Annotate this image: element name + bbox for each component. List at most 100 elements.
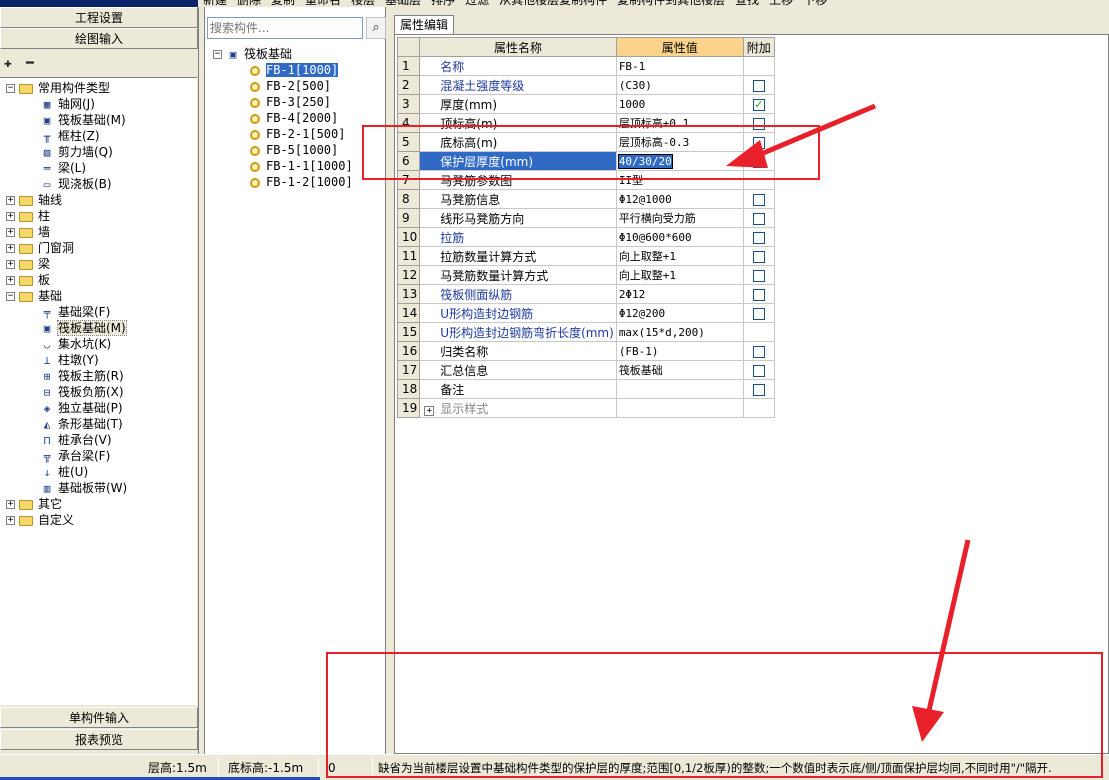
- property-row[interactable]: 18 备注: [396, 379, 775, 399]
- component-item[interactable]: FB-1-2[1000]: [250, 174, 353, 190]
- tree-item-common-0[interactable]: ▦ 轴网(J): [40, 96, 95, 112]
- tree-item-common-4[interactable]: ═ 梁(L): [40, 160, 86, 176]
- tree-item-foundation-5[interactable]: ⊟ 筏板负筋(X): [40, 384, 124, 400]
- property-value-cell[interactable]: 1000: [615, 94, 744, 114]
- checkbox[interactable]: [752, 345, 765, 358]
- tree-item-foundation-10[interactable]: ↓ 桩(U): [40, 464, 88, 480]
- tree-item-foundation-4[interactable]: ⊞ 筏板主筋(R): [40, 368, 124, 384]
- tree-node-foundation[interactable]: − 基础: [6, 288, 62, 304]
- toolbar-item[interactable]: 重命名: [305, 0, 341, 7]
- checkbox[interactable]: [752, 250, 765, 263]
- property-name-cell[interactable]: U形构造封边钢筋: [419, 303, 617, 323]
- checkbox[interactable]: [752, 117, 765, 130]
- toolbar-item[interactable]: 查找: [735, 0, 759, 7]
- property-name-cell[interactable]: 顶标高(m): [419, 113, 617, 133]
- component-item[interactable]: FB-1-1[1000]: [250, 158, 353, 174]
- component-item[interactable]: FB-5[1000]: [250, 142, 338, 158]
- property-name-cell[interactable]: 拉筋: [419, 227, 617, 247]
- tree-item-foundation-11[interactable]: ▥ 基础板带(W): [40, 480, 128, 496]
- expand-icon[interactable]: +: [424, 405, 435, 416]
- drawing-input-button[interactable]: 绘图输入: [0, 28, 198, 49]
- property-value-cell[interactable]: II型: [615, 170, 744, 190]
- property-name-cell[interactable]: 汇总信息: [419, 360, 617, 380]
- property-value-cell[interactable]: 2Φ12: [615, 284, 744, 304]
- toolbar-item[interactable]: 从其他楼层复制构件: [499, 0, 607, 7]
- property-value-cell[interactable]: [615, 379, 744, 399]
- project-settings-button[interactable]: 工程设置: [0, 7, 198, 28]
- checkbox[interactable]: [752, 307, 765, 320]
- checkbox[interactable]: [752, 269, 765, 282]
- property-row[interactable]: 6 保护层厚度(mm) 40/30/20: [396, 151, 775, 171]
- property-name-cell[interactable]: + 显示样式: [419, 398, 617, 418]
- toolbar-item[interactable]: 删除: [237, 0, 261, 7]
- tab-property-edit[interactable]: 属性编辑: [394, 15, 455, 34]
- checkbox[interactable]: [752, 383, 765, 396]
- collapse-icon[interactable]: −: [6, 84, 15, 93]
- property-row[interactable]: 2 混凝土强度等级 (C30): [396, 75, 775, 95]
- tree-item-common-2[interactable]: ╥ 框柱(Z): [40, 128, 100, 144]
- property-value-cell[interactable]: (FB-1): [615, 341, 744, 361]
- property-row[interactable]: 12 马凳筋数量计算方式 向上取整+1: [396, 265, 775, 285]
- tree-item-foundation-0[interactable]: ╤ 基础梁(F): [40, 304, 111, 320]
- property-name-cell[interactable]: 保护层厚度(mm): [419, 151, 617, 171]
- property-value-cell[interactable]: Φ12@1000: [615, 189, 744, 209]
- tree-item-common-1[interactable]: ▣ 筏板基础(M): [40, 112, 126, 128]
- expand-icon[interactable]: +: [6, 516, 15, 525]
- tree-node-common-types[interactable]: − 常用构件类型: [6, 80, 110, 96]
- tree-item-foundation-1[interactable]: ▣ 筏板基础(M): [40, 320, 127, 336]
- property-name-cell[interactable]: 马凳筋数量计算方式: [419, 265, 617, 285]
- property-name-cell[interactable]: 筏板侧面纵筋: [419, 284, 617, 304]
- toolbar-item[interactable]: 复制构件到其他楼层: [617, 0, 725, 7]
- expand-all-icon[interactable]: ✚: [4, 56, 12, 71]
- component-root-node[interactable]: − ▣ 筏板基础: [213, 46, 292, 62]
- property-value-cell[interactable]: Φ12@200: [615, 303, 744, 323]
- expand-icon[interactable]: +: [6, 196, 15, 205]
- tree-item-common-5[interactable]: ▭ 现浇板(B): [40, 176, 112, 192]
- property-row[interactable]: 16 归类名称 (FB-1): [396, 341, 775, 361]
- tree-item-foundation-2[interactable]: ◡ 集水坑(K): [40, 336, 112, 352]
- component-item[interactable]: FB-2[500]: [250, 78, 331, 94]
- property-row[interactable]: 11 拉筋数量计算方式 向上取整+1: [396, 246, 775, 266]
- property-value-cell[interactable]: 40/30/20: [615, 151, 744, 171]
- tree-node-group-2[interactable]: + 墙: [6, 224, 50, 240]
- property-value-cell[interactable]: 向上取整+1: [615, 246, 744, 266]
- checkbox[interactable]: [752, 288, 765, 301]
- property-row[interactable]: 10 拉筋 Φ10@600*600: [396, 227, 775, 247]
- property-row[interactable]: 7 马凳筋参数图 II型: [396, 170, 775, 190]
- expand-icon[interactable]: +: [6, 500, 15, 509]
- tree-node-group-1[interactable]: + 柱: [6, 208, 50, 224]
- property-row[interactable]: 1 名称 FB-1: [396, 56, 775, 76]
- toolbar-item[interactable]: 下移: [803, 0, 827, 7]
- tree-node-group-4[interactable]: + 梁: [6, 256, 50, 272]
- property-value-cell[interactable]: 筏板基础: [615, 360, 744, 380]
- component-item[interactable]: FB-2-1[500]: [250, 126, 345, 142]
- checkbox-checked[interactable]: ✓: [752, 98, 765, 111]
- tree-item-foundation-3[interactable]: ⊥ 柱墩(Y): [40, 352, 99, 368]
- property-name-cell[interactable]: 归类名称: [419, 341, 617, 361]
- toolbar-item[interactable]: 排序: [431, 0, 455, 7]
- property-value-cell[interactable]: 平行横向受力筋: [615, 208, 744, 228]
- property-name-cell[interactable]: 马凳筋参数图: [419, 170, 617, 190]
- property-value-cell[interactable]: max(15*d,200): [615, 322, 744, 342]
- search-icon[interactable]: ⌕: [366, 17, 386, 39]
- property-row[interactable]: 13 筏板侧面纵筋 2Φ12: [396, 284, 775, 304]
- property-value-cell[interactable]: 层顶标高+0.1: [615, 113, 744, 133]
- tree-node-group-5[interactable]: + 板: [6, 272, 50, 288]
- checkbox[interactable]: [752, 212, 765, 225]
- property-value-cell[interactable]: FB-1: [615, 56, 744, 76]
- property-name-cell[interactable]: U形构造封边钢筋弯折长度(mm): [419, 322, 617, 342]
- property-row[interactable]: 19 + 显示样式: [396, 398, 775, 418]
- toolbar-item[interactable]: 过滤: [465, 0, 489, 7]
- checkbox[interactable]: [752, 231, 765, 244]
- toolbar-item[interactable]: 楼层: [351, 0, 375, 7]
- tree-node-group-b-0[interactable]: + 其它: [6, 496, 62, 512]
- property-value-cell[interactable]: Φ10@600*600: [615, 227, 744, 247]
- property-name-cell[interactable]: 厚度(mm): [419, 94, 617, 114]
- expand-icon[interactable]: +: [6, 260, 15, 269]
- property-value-cell[interactable]: 向上取整+1: [615, 265, 744, 285]
- component-item[interactable]: FB-3[250]: [250, 94, 331, 110]
- property-row[interactable]: 14 U形构造封边钢筋 Φ12@200: [396, 303, 775, 323]
- single-component-input-button[interactable]: 单构件输入: [0, 707, 198, 728]
- checkbox[interactable]: [752, 193, 765, 206]
- property-row[interactable]: 9 线形马凳筋方向 平行横向受力筋: [396, 208, 775, 228]
